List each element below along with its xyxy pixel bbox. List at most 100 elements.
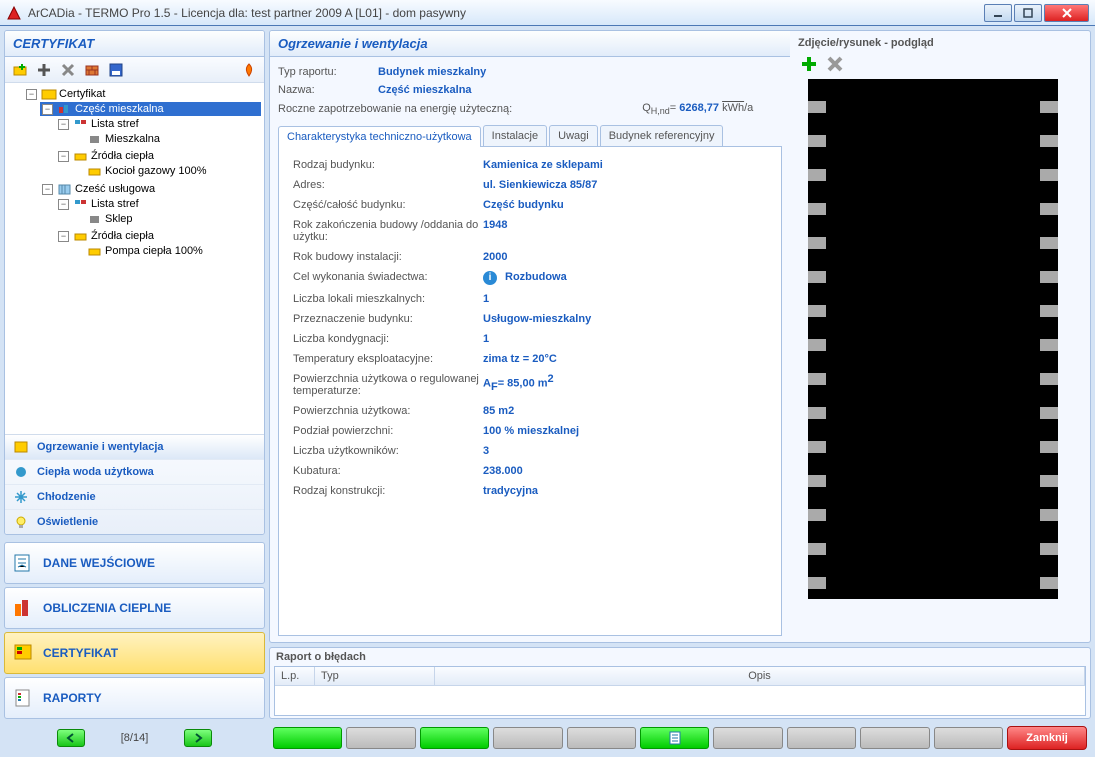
tab-uwagi[interactable]: Uwagi [549,125,598,146]
nav-obliczenia[interactable]: OBLICZENIA CIEPLNE [4,587,265,629]
fire-icon-button[interactable] [238,59,260,81]
preview-panel: Zdjęcie/rysunek - podgląd [790,31,1090,642]
tree-root[interactable]: −Certyfikat [24,87,261,101]
tab-charakterystyka[interactable]: Charakterystyka techniczno-użytkowa [278,126,481,147]
subnav-ogrzewanie[interactable]: Ogrzewanie i wentylacja [5,435,264,459]
tab-budynek-ref[interactable]: Budynek referencyjny [600,125,724,146]
titlebar: ArCADia - TERMO Pro 1.5 - Licencja dla: … [0,0,1095,26]
property-row: Liczba lokali mieszkalnych:1 [293,289,767,309]
property-value[interactable]: tradycyjna [483,485,538,497]
properties-panel: Rodzaj budynku:Kamienica ze sklepamiAdre… [278,147,782,636]
error-col-typ[interactable]: Typ [315,667,435,685]
add-button[interactable] [33,59,55,81]
property-value[interactable]: iRozbudowa [483,271,567,285]
error-panel: Raport o błędach L.p. Typ Opis [269,647,1091,719]
report-type[interactable]: Budynek mieszkalny [378,66,486,78]
certificate-tree[interactable]: −Certyfikat −Część mieszkalna −Lista str… [5,83,264,434]
app-icon [6,5,22,21]
error-col-lp[interactable]: L.p. [275,667,315,685]
progress-seg-8[interactable] [787,727,856,749]
tabstrip: Charakterystyka techniczno-użytkowa Inst… [278,125,782,147]
pager: [8/14] [4,723,265,753]
main-panel: Ogrzewanie i wentylacja Typ raportu:Budy… [269,30,1091,643]
error-table[interactable]: L.p. Typ Opis [274,666,1086,716]
pager-label: [8/14] [121,732,149,744]
delete-button[interactable] [57,59,79,81]
minimize-button[interactable] [984,4,1012,22]
property-row: Cel wykonania świadectwa:iRozbudowa [293,267,767,289]
property-value[interactable]: 1 [483,293,489,305]
property-row: Rodzaj budynku:Kamienica ze sklepami [293,155,767,175]
energy-formula: QH,nd= 6268,77 kWh/a [642,102,753,116]
tree-node-zrodla-1[interactable]: −Źródła ciepła [56,149,261,163]
wall-icon-button[interactable] [81,59,103,81]
report-name[interactable]: Część mieszkalna [378,84,472,96]
error-title: Raport o błędach [270,648,1090,666]
info-icon[interactable]: i [483,271,497,285]
property-value[interactable]: 2000 [483,251,507,263]
add-folder-button[interactable] [9,59,31,81]
pager-prev[interactable] [57,729,85,747]
property-value[interactable]: 85 m2 [483,405,514,417]
property-row: Adres:ul. Sienkiewicza 85/87 [293,175,767,195]
nav-certyfikat[interactable]: CERTYFIKAT [4,632,265,674]
tree-node-uslugowa[interactable]: −Cześć usługowa [40,182,261,196]
property-value[interactable]: ul. Sienkiewicza 85/87 [483,179,597,191]
close-window-button[interactable] [1044,4,1089,22]
tree-toolbar [5,57,264,83]
progress-seg-2[interactable] [346,727,415,749]
property-value[interactable]: 100 % mieszkalnej [483,425,579,437]
tree-node-lista-stref-1[interactable]: −Lista stref [56,117,261,131]
nav-dane[interactable]: DANE WEJŚCIOWE [4,542,265,584]
progress-seg-9[interactable] [860,727,929,749]
property-row: Rok zakończenia budowy /oddania do użytk… [293,215,767,247]
document-icon [669,731,681,745]
subnav-woda[interactable]: Ciepła woda użytkowa [5,459,264,484]
tab-instalacje[interactable]: Instalacje [483,125,547,146]
save-button[interactable] [105,59,127,81]
pager-next[interactable] [184,729,212,747]
tree-node-lista-stref-2[interactable]: −Lista stref [56,197,261,211]
tree-leaf-mieszkalna[interactable]: Mieszkalna [72,132,261,146]
progress-seg-4[interactable] [493,727,562,749]
progress-seg-10[interactable] [934,727,1003,749]
property-row: Rok budowy instalacji:2000 [293,247,767,267]
property-row: Rodzaj konstrukcji:tradycyjna [293,481,767,501]
property-value[interactable]: 1948 [483,219,507,243]
main-header: Ogrzewanie i wentylacja [270,31,790,57]
error-col-opis[interactable]: Opis [435,667,1085,685]
tree-node-zrodla-2[interactable]: −Źródła ciepła [56,229,261,243]
tree-leaf-pompa[interactable]: Pompa ciepła 100% [72,244,261,258]
progress-seg-5[interactable] [567,727,636,749]
maximize-button[interactable] [1014,4,1042,22]
progress-seg-3[interactable] [420,727,489,749]
main-head: Typ raportu:Budynek mieszkalny Nazwa:Czę… [278,63,782,119]
close-button[interactable]: Zamknij [1007,726,1087,750]
property-value[interactable]: 1 [483,333,489,345]
property-value[interactable]: 3 [483,445,489,457]
property-value[interactable]: zima tz = 20°C [483,353,557,365]
tree-leaf-kociol[interactable]: Kocioł gazowy 100% [72,164,261,178]
property-value[interactable]: Usługow-mieszkalny [483,313,591,325]
tree-leaf-sklep[interactable]: Sklep [72,212,261,226]
property-value[interactable]: AF= 85,00 m2 [483,373,554,397]
subnav: Ogrzewanie i wentylacja Ciepła woda użyt… [5,434,264,534]
property-value[interactable]: Kamienica ze sklepami [483,159,603,171]
preview-add-button[interactable] [798,53,820,75]
property-value[interactable]: Część budynku [483,199,564,211]
toolbar-spacer [129,59,236,81]
bottom-bar: Zamknij [269,723,1091,753]
tree-node-mieszkalna[interactable]: −Część mieszkalna [40,102,261,116]
preview-title: Zdjęcie/rysunek - podgląd [798,37,1082,49]
progress-seg-1[interactable] [273,727,342,749]
property-value[interactable]: 238.000 [483,465,523,477]
property-row: Liczba kondygnacji:1 [293,329,767,349]
progress-seg-7[interactable] [713,727,782,749]
property-row: Kubatura:238.000 [293,461,767,481]
nav-raporty[interactable]: RAPORTY [4,677,265,719]
progress-seg-6[interactable] [640,727,709,749]
subnav-chlodzenie[interactable]: Chłodzenie [5,484,264,509]
subnav-oswietlenie[interactable]: Oświetlenie [5,509,264,534]
big-nav: DANE WEJŚCIOWE OBLICZENIA CIEPLNE CERTYF… [4,539,265,719]
preview-delete-button[interactable] [824,53,846,75]
